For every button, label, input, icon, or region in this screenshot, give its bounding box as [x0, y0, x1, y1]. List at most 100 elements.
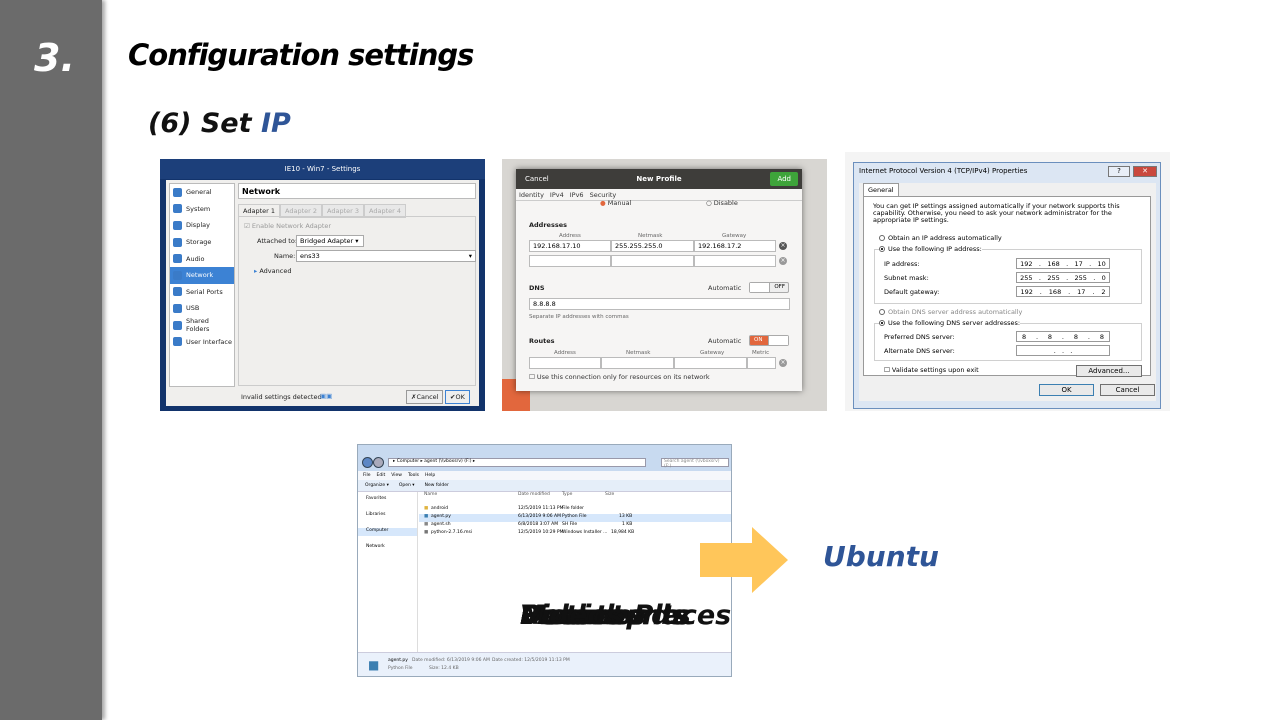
ok-button[interactable]: ✔OK: [445, 390, 470, 404]
cancel-button[interactable]: Cancel: [1100, 384, 1155, 396]
attached-label: Attached to:: [257, 237, 298, 245]
ip-address-field[interactable]: 192. 168. 17. 10: [1016, 258, 1110, 269]
vb-nav-item[interactable]: User Interface: [170, 333, 234, 350]
subnet-mask-field[interactable]: 255. 255. 255. 0: [1016, 272, 1110, 283]
routes-automatic-toggle[interactable]: ON: [749, 335, 789, 346]
default-gateway-field[interactable]: 192. 168. 17. 2: [1016, 286, 1110, 297]
navigation-pane: Favorites Desktop Downloads Recent Place…: [358, 492, 731, 652]
forward-icon[interactable]: [373, 457, 384, 468]
close-icon[interactable]: ✕: [1133, 166, 1157, 177]
nav-network[interactable]: Network: [358, 544, 417, 552]
help-icon[interactable]: ?: [1108, 166, 1130, 177]
alternate-dns-field[interactable]: . . .: [1016, 345, 1110, 356]
attached-select[interactable]: Bridged Adapter ▾: [296, 235, 364, 247]
col-name[interactable]: Name: [424, 492, 437, 497]
route-gateway-input[interactable]: [674, 357, 747, 369]
tab-identity[interactable]: Identity: [519, 191, 544, 199]
open-button[interactable]: Open ▾: [399, 483, 415, 488]
ok-button[interactable]: OK: [1039, 384, 1094, 396]
tab-security[interactable]: Security: [590, 191, 617, 199]
address-input[interactable]: 192.168.17.10: [529, 240, 611, 252]
nav-computer[interactable]: Computer: [358, 528, 417, 536]
gateway-input[interactable]: 192.168.17.2: [694, 240, 776, 252]
toggle-state: OFF: [774, 284, 785, 290]
menu-edit[interactable]: Edit: [377, 473, 386, 478]
vb-nav-item[interactable]: Audio: [170, 250, 234, 267]
vb-body: General System Display Storage Audio Net…: [166, 180, 479, 406]
address-input-empty[interactable]: [529, 255, 611, 267]
menu-help[interactable]: Help: [425, 473, 435, 478]
advanced-button[interactable]: Advanced...: [1076, 365, 1142, 377]
slide-subtitle: (6) Set IP: [148, 108, 291, 139]
validate-checkbox[interactable]: ☐ Validate settings upon exit: [884, 366, 979, 374]
manual-option[interactable]: ● Manual: [600, 199, 631, 207]
file-row-selected[interactable]: ■ agent.py 6/13/2019 9:06 AM Python File 13 …: [419, 514, 731, 522]
vb-nav-label: User Interface: [186, 337, 232, 346]
file-row[interactable]: ■ python-2.7.16.msi 12/5/2019 10:29 PM Wind…: [419, 530, 731, 538]
gateway-input-empty[interactable]: [694, 255, 776, 267]
file-size: 1 KB: [622, 522, 633, 527]
route-netmask-input[interactable]: [601, 357, 674, 369]
advanced-expander[interactable]: ▸ Advanced: [254, 267, 291, 275]
enable-adapter-checkbox[interactable]: ☑ Enable Network Adapter: [244, 222, 331, 230]
use-following-radio[interactable]: Use the following IP address:: [879, 245, 982, 253]
dns-auto-radio[interactable]: Obtain DNS server address automatically: [879, 308, 1022, 316]
col-size[interactable]: Size: [605, 492, 614, 497]
netmask-input[interactable]: 255.255.255.0: [611, 240, 694, 252]
delete-route-icon[interactable]: ×: [779, 359, 787, 367]
route-address-input[interactable]: [529, 357, 601, 369]
nav-libraries[interactable]: Libraries: [358, 512, 417, 520]
preferred-dns-field[interactable]: 8.8.8.8: [1016, 331, 1110, 342]
vb-nav-item[interactable]: General: [170, 184, 234, 201]
vb-nav-item[interactable]: Serial Ports: [170, 284, 234, 301]
vb-nav-item[interactable]: Storage: [170, 234, 234, 251]
search-input[interactable]: Search agent (\\vboxsrv) (F:): [661, 458, 729, 469]
explorer-toolbar: ▸ Computer ▸ agent (\\vboxsrv) (F:) ▸ Se…: [358, 445, 731, 471]
menu-file[interactable]: File: [363, 473, 371, 478]
tab-ipv6[interactable]: IPv6: [570, 191, 584, 199]
dns-use-radio[interactable]: Use the following DNS server addresses:: [879, 319, 1021, 327]
dns-input[interactable]: 8.8.8.8: [529, 298, 790, 310]
vb-nav-item[interactable]: USB: [170, 300, 234, 317]
gnome-new-profile-screenshot: Cancel New Profile Add Identity IPv4 IPv…: [502, 159, 827, 411]
tab-general[interactable]: General: [863, 183, 899, 196]
advanced-label: Advanced: [259, 267, 292, 275]
menu-view[interactable]: View: [391, 473, 402, 478]
col-date[interactable]: Date modified: [518, 492, 550, 497]
name-select[interactable]: ens33 ▾: [296, 250, 476, 262]
name-value: ens33: [300, 252, 320, 260]
new-folder-button[interactable]: New folder: [425, 483, 449, 488]
file-row[interactable]: ■ android 12/5/2019 11:13 PM File folder: [419, 506, 731, 514]
route-metric-input[interactable]: [747, 357, 776, 369]
gnome-add-button[interactable]: Add: [770, 172, 798, 186]
obtain-auto-radio[interactable]: Obtain an IP address automatically: [879, 234, 1002, 242]
vb-nav-item[interactable]: System: [170, 201, 234, 218]
address-bar[interactable]: ▸ Computer ▸ agent (\\vboxsrv) (F:) ▸: [388, 458, 646, 467]
tab-ipv4[interactable]: IPv4: [550, 191, 564, 199]
windows-explorer-screenshot: ▸ Computer ▸ agent (\\vboxsrv) (F:) ▸ Se…: [357, 444, 732, 677]
delete-address-icon[interactable]: ×: [779, 242, 787, 250]
cancel-button[interactable]: ✗Cancel: [406, 390, 444, 404]
route-col-netmask: Netmask: [626, 350, 651, 356]
vb-nav-item[interactable]: Shared Folders: [170, 317, 234, 334]
toggle-state: ON: [754, 337, 763, 343]
gw-octet: 168: [1048, 287, 1062, 296]
file-row[interactable]: ■ agent.sh 6/8/2018 3:07 AM SH File 1 KB: [419, 522, 731, 530]
col-type[interactable]: Type: [562, 492, 572, 497]
dns-automatic-toggle[interactable]: OFF: [749, 282, 789, 293]
organize-button[interactable]: Organize ▾: [365, 483, 389, 488]
radio-icon: [879, 309, 885, 315]
gateway-label: Default gateway:: [884, 288, 940, 296]
vb-nav-item-selected[interactable]: Network: [170, 266, 234, 284]
vb-nav-item[interactable]: Display: [170, 217, 234, 234]
nav-favorites[interactable]: Favorites: [358, 496, 417, 504]
only-resources-checkbox[interactable]: ☐ Use this connection only for resources…: [529, 373, 710, 381]
netmask-input-empty[interactable]: [611, 255, 694, 267]
menu-tools[interactable]: Tools: [408, 473, 419, 478]
file-name: android: [431, 506, 449, 511]
delete-address-icon[interactable]: ×: [779, 257, 787, 265]
disable-option[interactable]: ○ Disable: [706, 199, 738, 207]
dns-automatic-label: Automatic: [708, 284, 742, 292]
back-icon[interactable]: [362, 457, 373, 468]
radio-selected-icon: [879, 246, 885, 252]
